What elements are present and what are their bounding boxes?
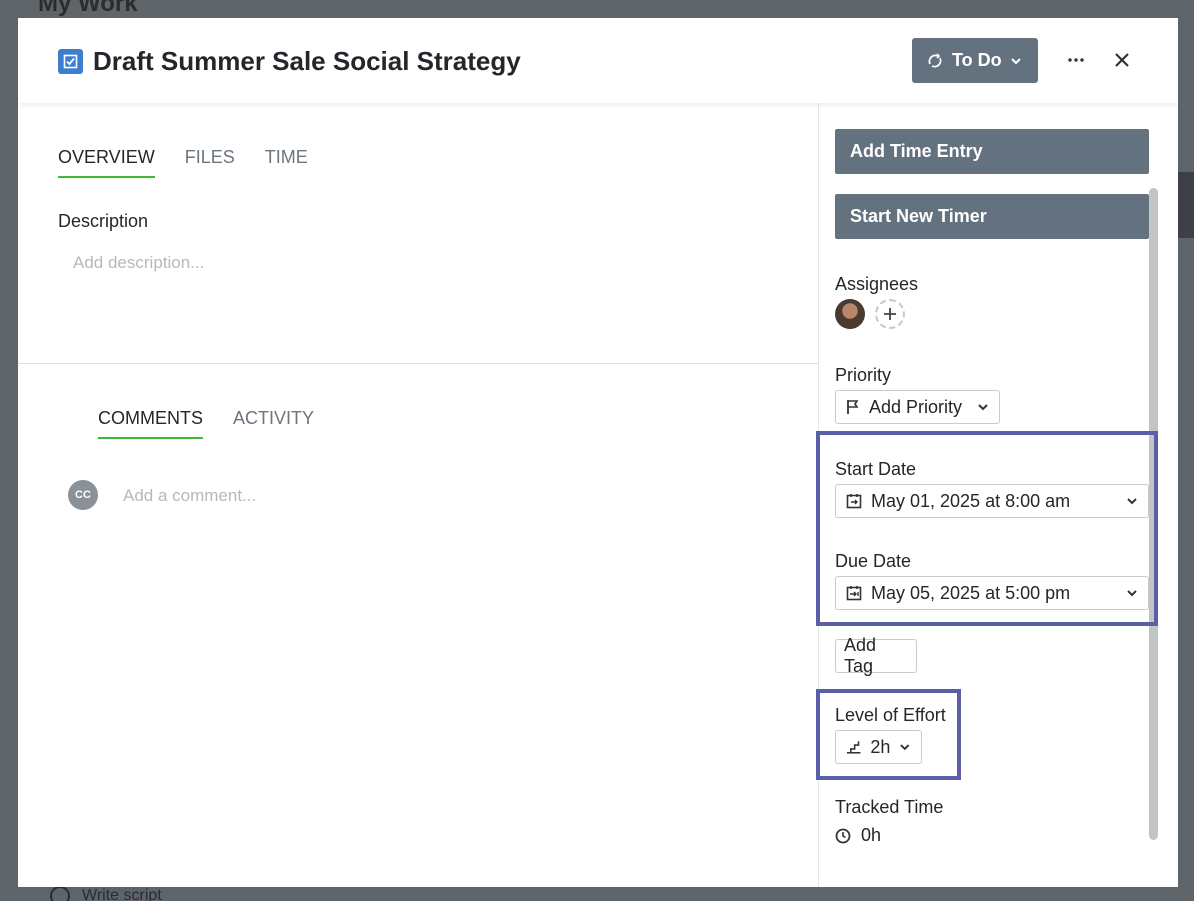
plus-icon [884, 308, 896, 320]
priority-dropdown[interactable]: Add Priority [835, 390, 1000, 424]
task-tabs: OVERVIEW FILES TIME [58, 147, 308, 178]
background-page-title: My Work [38, 0, 138, 17]
task-main-panel: OVERVIEW FILES TIME Description COMMENTS… [18, 103, 818, 887]
chevron-down-icon [1010, 57, 1021, 64]
priority-label: Priority [835, 365, 892, 385]
ellipsis-icon [1068, 58, 1084, 62]
tracked-time-value: 0h [861, 825, 882, 845]
task-checkbox-icon [50, 886, 70, 901]
chevron-down-icon [978, 404, 988, 411]
status-dropdown-button[interactable]: To Do [912, 38, 1038, 83]
background-task-label: Write script [82, 887, 162, 901]
dates-highlight-box [816, 431, 1158, 626]
description-input[interactable] [58, 245, 758, 281]
more-options-button[interactable] [1062, 46, 1090, 74]
tab-overview[interactable]: OVERVIEW [58, 147, 155, 178]
start-new-timer-button[interactable]: Start New Timer [835, 194, 1149, 239]
background-strip [1178, 172, 1194, 238]
add-time-entry-button[interactable]: Add Time Entry [835, 129, 1149, 174]
close-button[interactable] [1108, 46, 1136, 74]
avatar: CC [68, 480, 98, 510]
priority-value: Add Priority [869, 396, 963, 417]
background-task-item: Write script [50, 886, 162, 901]
effort-highlight-box [816, 689, 961, 780]
add-assignee-button[interactable] [875, 299, 905, 329]
add-tag-label: Add Tag [844, 635, 877, 676]
clock-icon [835, 828, 851, 843]
description-label: Description [58, 211, 149, 231]
tab-comments[interactable]: COMMENTS [98, 408, 203, 439]
tracked-time-label: Tracked Time [835, 797, 944, 817]
modal-header: Draft Summer Sale Social Strategy To Do [18, 18, 1178, 103]
add-tag-button[interactable]: Add Tag [835, 635, 917, 676]
tab-files[interactable]: FILES [185, 147, 235, 178]
task-title[interactable]: Draft Summer Sale Social Strategy [93, 46, 521, 77]
close-icon [1115, 53, 1129, 67]
status-cycle-icon [928, 52, 942, 67]
tracked-time: 0h [835, 825, 881, 846]
task-checkbox-icon [58, 49, 83, 74]
comment-tabs: COMMENTS ACTIVITY [98, 408, 314, 439]
avatar[interactable] [835, 299, 865, 329]
flag-icon [847, 400, 859, 414]
section-divider [18, 363, 818, 364]
tab-time[interactable]: TIME [265, 147, 308, 178]
status-label: To Do [952, 50, 1002, 70]
assignees-label: Assignees [835, 274, 919, 294]
comment-input[interactable] [118, 479, 758, 513]
tab-activity[interactable]: ACTIVITY [233, 408, 314, 439]
